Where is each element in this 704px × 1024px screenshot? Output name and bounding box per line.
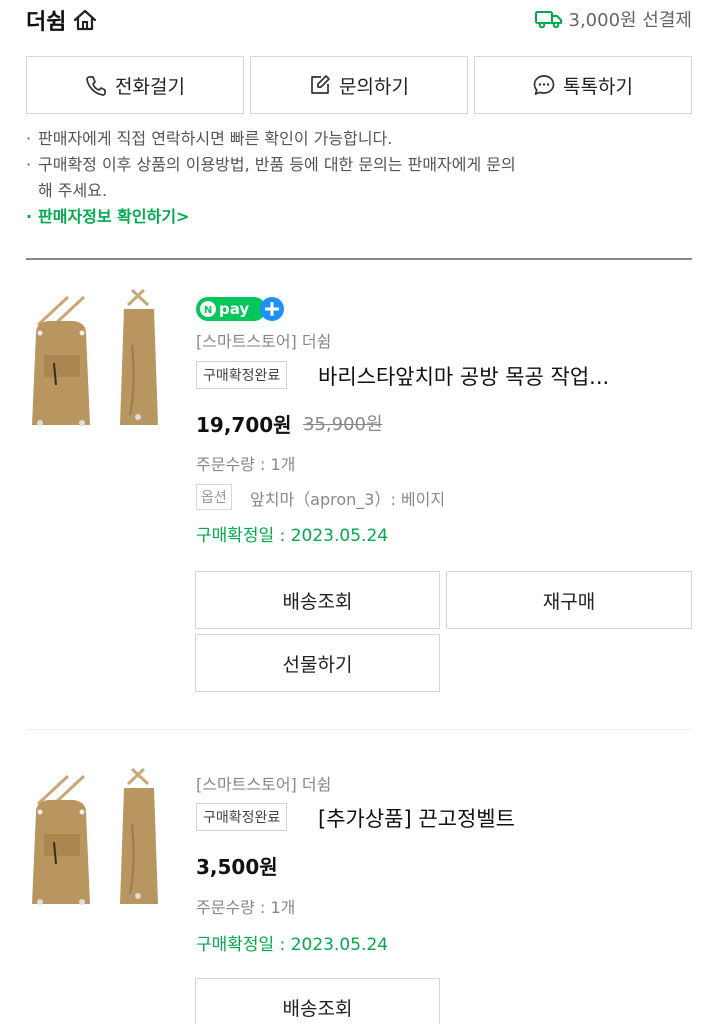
notice-line: 해 주세요. [26,178,692,204]
seller-info-label: 판매자정보 확인하기> [38,207,190,226]
call-button[interactable]: 전화걸기 [26,56,244,114]
option-badge: 옵션 [196,484,232,510]
confirm-date: 구매확정일 : 2023.05.24 [196,935,389,955]
product-title[interactable]: 바리스타앞치마 공방 목공 작업... [318,361,692,391]
status-badge: 구매확정완료 [196,803,288,831]
track-delivery-button[interactable]: 배송조회 [195,571,440,629]
store-name-link[interactable]: 더쉼 [26,4,98,36]
home-icon [74,9,97,31]
product-image[interactable] [26,285,166,435]
contact-buttons: 전화걸기 문의하기 톡톡하기 [26,56,692,114]
talk-label: 톡톡하기 [563,75,633,98]
chat-bubble-icon [533,75,555,95]
inquiry-label: 문의하기 [339,75,409,98]
store-header: 더쉼 3,000원 선결제 [26,0,692,40]
store-name: 더쉼 [26,10,67,35]
seller-info-link[interactable]: · 판매자정보 확인하기> [26,204,692,230]
store-tag[interactable]: [스마트스토어] 더쉼 [196,328,331,352]
status-badge: 구매확정완료 [196,361,288,389]
sale-price: 3,500원 [196,855,278,879]
shipping-info: 3,000원 선결제 [534,6,693,32]
store-tag[interactable]: [스마트스토어] 더쉼 [196,771,331,795]
original-price: 35,900원 [303,414,383,435]
order-quantity: 주문수량 : 1개 [196,455,296,474]
product-image[interactable] [26,764,166,914]
rebuy-button[interactable]: 재구매 [446,571,692,629]
edit-icon [311,75,330,94]
shipping-text: 3,000원 선결제 [568,10,693,31]
svg-text:pay: pay [219,300,249,318]
gift-button[interactable]: 선물하기 [195,634,440,692]
track-delivery-button[interactable]: 배송조회 [195,978,440,1024]
truck-icon [534,11,562,29]
sale-price: 19,700원 [196,413,292,437]
section-divider [26,258,692,260]
phone-icon [86,76,106,96]
notice-text-2: 구매확정 이후 상품의 이용방법, 반품 등에 대한 문의는 판매자에게 문의 [38,155,516,174]
option-value: 앞치마（apron_3）: 베이지 [250,490,446,509]
order-divider [26,729,692,730]
seller-notice: · 판매자에게 직접 연락하시면 빠른 확인이 가능합니다. · 구매확정 이후 상… [26,126,692,230]
notice-text-3: 해 주세요. [38,181,108,200]
inquiry-button[interactable]: 문의하기 [250,56,468,114]
notice-line: · 판매자에게 직접 연락하시면 빠른 확인이 가능합니다. [26,126,692,152]
order-quantity: 주문수량 : 1개 [196,898,296,917]
product-title[interactable]: [추가상품] 끈고정벨트 [318,803,692,833]
confirm-date: 구매확정일 : 2023.05.24 [196,526,389,546]
notice-text-1: 판매자에게 직접 연락하시면 빠른 확인이 가능합니다. [38,129,393,148]
talk-button[interactable]: 톡톡하기 [474,56,692,114]
call-label: 전화걸기 [115,75,185,98]
notice-line: · 구매확정 이후 상품의 이용방법, 반품 등에 대한 문의는 판매자에게 문의 [26,152,692,178]
npay-plus-badge: N pay [196,297,284,321]
svg-text:N: N [204,305,212,316]
